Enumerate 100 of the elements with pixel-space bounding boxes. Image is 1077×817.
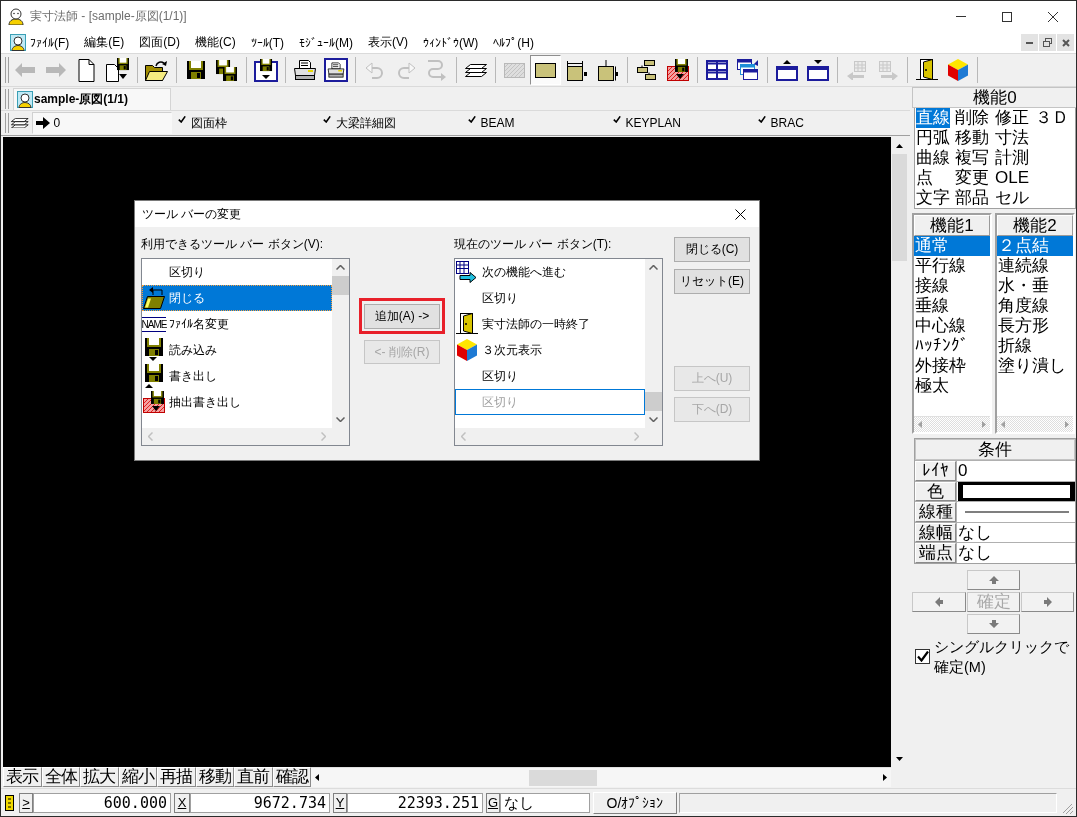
toolbar-grip[interactable] (5, 57, 9, 83)
menu-item[interactable]: ｳｨﾝﾄﾞｳ(W) (419, 33, 483, 52)
coordinate-key-button[interactable]: > (19, 792, 33, 813)
function-item[interactable]: 部品 (955, 188, 989, 208)
command-button[interactable]: 縮小 (118, 767, 157, 787)
function-item[interactable]: 曲線 (916, 148, 950, 168)
panel-header[interactable]: 機能0 (912, 87, 1076, 108)
right-arrow-icon[interactable] (883, 774, 887, 781)
scroll-thumb[interactable] (645, 392, 662, 411)
list-item[interactable]: 区切り (142, 259, 332, 285)
option-button[interactable]: O/ｵﾌﾟｼｮﾝ (593, 791, 677, 814)
add-button[interactable]: 追加(A) -> (364, 304, 440, 329)
list-item[interactable]: 区切り (455, 363, 645, 389)
list-item[interactable]: 区切り (455, 285, 645, 311)
layer-item[interactable]: KEYPLAN (606, 112, 752, 134)
list-item[interactable]: 閉じる (142, 285, 332, 311)
up-button[interactable] (967, 569, 1020, 590)
property-button[interactable]: 線幅 (915, 522, 956, 542)
command-button[interactable]: 全体 (41, 767, 80, 787)
property-button[interactable]: 色 (915, 481, 956, 501)
coordinate-field[interactable]: 600.000 (33, 792, 171, 813)
menu-item[interactable]: 編集(E) (80, 32, 129, 53)
menu-item[interactable]: ﾌｧｲﾙ(F) (26, 33, 74, 52)
left-arrow-icon[interactable] (315, 774, 319, 781)
resize-grip-icon[interactable] (1063, 804, 1074, 815)
dialog-button[interactable]: 閉じる(C) (674, 237, 750, 262)
property-button[interactable]: 端点 (915, 543, 956, 563)
down-chevron-icon[interactable] (649, 417, 658, 422)
restore-button[interactable] (1039, 34, 1056, 51)
coordinate-key-button[interactable]: X (174, 792, 190, 813)
menu-item[interactable]: 機能(C) (191, 32, 240, 53)
scroll-thumb[interactable] (892, 154, 907, 261)
property-field[interactable]: なし (956, 522, 1075, 542)
coordinate-field[interactable]: 9672.734 (190, 792, 330, 813)
function-item[interactable]: セル (995, 188, 1029, 208)
down-chevron-icon[interactable] (336, 417, 345, 422)
list-item[interactable]: NAME ﾌｧｲﾙ名変更 (142, 311, 332, 337)
current-layer-field[interactable]: 0 (31, 112, 172, 134)
function-item[interactable]: 点 (916, 168, 933, 188)
coordinate-field[interactable]: なし (500, 792, 590, 813)
menu-item[interactable]: ﾍﾙﾌﾟ(H) (489, 33, 538, 52)
scroll-thumb[interactable] (529, 769, 597, 786)
toolbar-grip[interactable] (5, 113, 9, 133)
function-item[interactable]: OLE (995, 168, 1030, 188)
layer-item[interactable]: BRAC (751, 112, 897, 134)
function-item[interactable]: ３Ｄ (1035, 108, 1069, 128)
checkbox-label[interactable]: シングルクリックで確定(M) (934, 636, 1070, 677)
menu-item[interactable]: ﾓｼﾞｭｰﾙ(M) (295, 33, 357, 52)
up-arrow-icon[interactable] (896, 143, 903, 148)
scroll-thumb[interactable] (332, 276, 349, 295)
color-swatch-icon[interactable] (958, 481, 1075, 501)
property-field[interactable]: 0 (956, 461, 1075, 481)
function-item[interactable]: 円弧 (916, 128, 950, 148)
layer-item[interactable]: BEAM (461, 112, 607, 134)
function-item[interactable]: 寸法 (995, 128, 1029, 148)
function-item[interactable]: 外接枠 (914, 356, 990, 376)
panel-header[interactable]: 条件 (915, 439, 1075, 460)
command-button[interactable]: 移動 (195, 767, 234, 787)
menu-item[interactable]: 表示(V) (364, 32, 412, 53)
function-item[interactable]: 計測 (995, 148, 1029, 168)
horizontal-scrollbar[interactable] (311, 767, 891, 787)
list-item[interactable]: 書き出し (142, 363, 332, 389)
panel-header[interactable]: 機能2 (997, 215, 1073, 236)
down-arrow-icon[interactable] (896, 756, 903, 761)
function-item[interactable]: 極太 (914, 376, 990, 396)
function-item[interactable]: 連続線 (997, 256, 1073, 276)
function-item[interactable]: 角度線 (997, 296, 1073, 316)
function-item[interactable]: 垂線 (914, 296, 990, 316)
coordinate-field[interactable]: 22393.251 (347, 792, 483, 813)
toolbar-button[interactable] (530, 55, 561, 85)
function-item[interactable]: 中心線 (914, 316, 990, 336)
list-item[interactable]: 抽出書き出し (142, 389, 332, 415)
list-item[interactable]: ３次元表示 (455, 337, 645, 363)
function-item[interactable]: ﾊｯﾁﾝｸﾞ (914, 336, 990, 356)
function-item[interactable]: 長方形 (997, 316, 1073, 336)
layer-item[interactable]: 図面枠 (171, 112, 317, 134)
property-field[interactable] (956, 502, 1075, 522)
function-item[interactable]: 複写 (955, 148, 989, 168)
function-item[interactable]: 削除 (955, 108, 989, 128)
right-button[interactable] (1021, 591, 1074, 612)
property-field[interactable]: なし (956, 543, 1075, 563)
left-button[interactable] (912, 591, 966, 612)
list-box[interactable]: 区切り 閉じる NAME ﾌｧｲﾙ名変更 読み込み 書き出し 抽出書き出し (141, 258, 350, 446)
function-item[interactable]: 文字 (916, 188, 950, 208)
panel-header[interactable]: 機能1 (914, 215, 990, 236)
document-tab[interactable]: sample-原図(1/1) (13, 88, 171, 110)
function-item[interactable]: 通常 (914, 236, 990, 256)
down-button[interactable] (967, 613, 1020, 634)
coordinate-key-button[interactable]: G (486, 792, 500, 813)
dialog-button[interactable]: リセット(E) (674, 269, 750, 294)
vertical-scrollbar[interactable] (332, 259, 349, 428)
layer-item[interactable]: 大梁詳細図 (316, 112, 462, 134)
person-document-icon[interactable] (10, 34, 26, 51)
layers-icon[interactable] (11, 117, 29, 129)
command-button[interactable]: 直前 (234, 767, 273, 787)
menu-item[interactable]: ﾂｰﾙ(T) (246, 33, 288, 52)
list-item[interactable]: 次の機能へ進む (455, 259, 645, 285)
command-button[interactable]: 確認 (272, 767, 311, 787)
function-item[interactable]: 水・垂 (997, 276, 1073, 296)
coordinate-key-button[interactable]: Y (333, 792, 347, 813)
